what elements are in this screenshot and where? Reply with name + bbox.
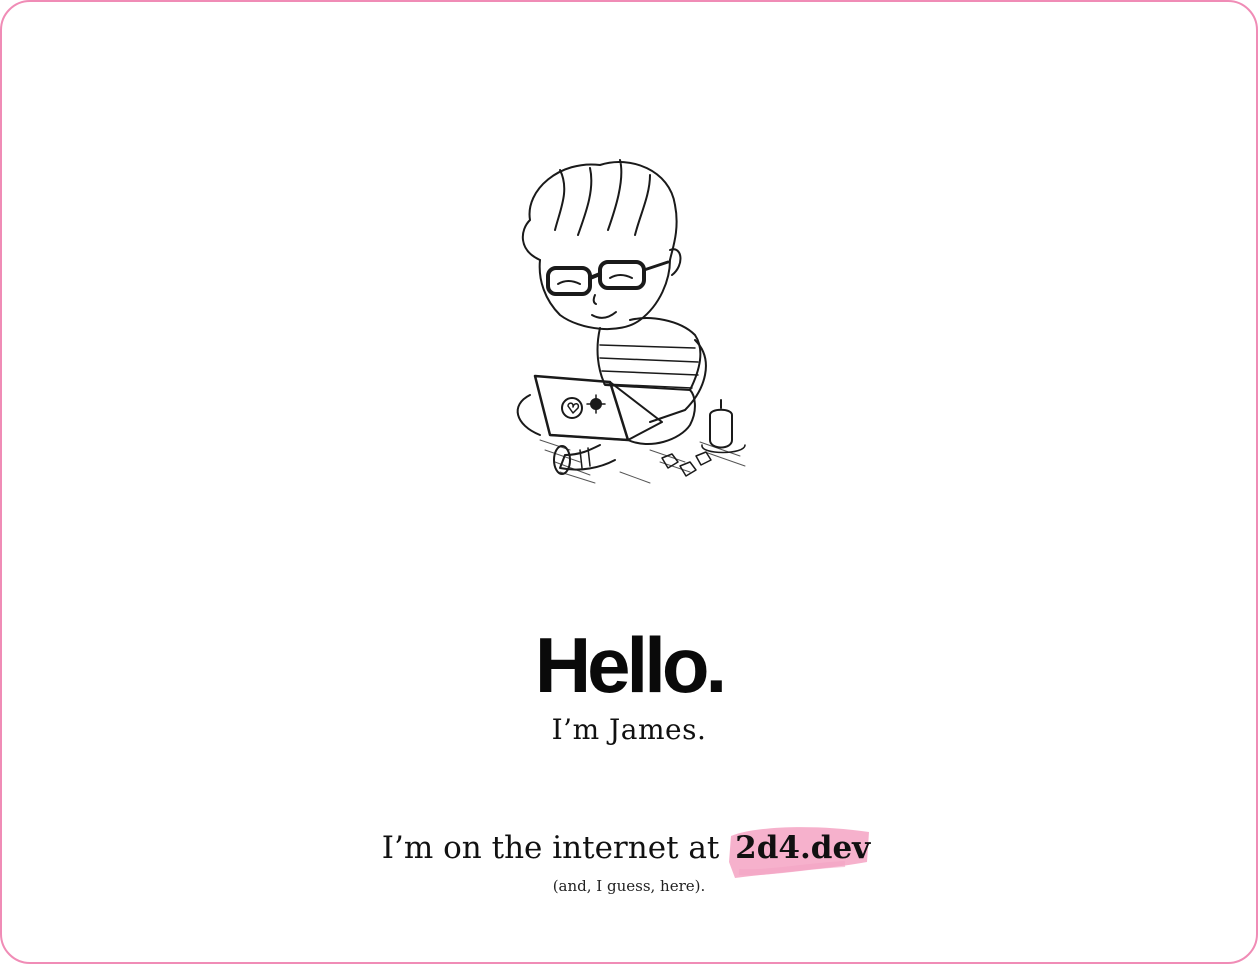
boy-with-laptop-illustration [500, 150, 760, 490]
aside-note: (and, I guess, here). [552, 877, 706, 895]
greeting-heading: Hello. [534, 621, 727, 709]
intro-subheading: I’m James. [551, 713, 707, 746]
internet-line: I’m on the internet at 2d4.dev [0, 827, 1258, 878]
internet-prefix: I’m on the internet at [381, 830, 730, 866]
domain-link[interactable]: 2d4.dev [729, 827, 876, 878]
domain-link-text: 2d4.dev [735, 830, 871, 866]
